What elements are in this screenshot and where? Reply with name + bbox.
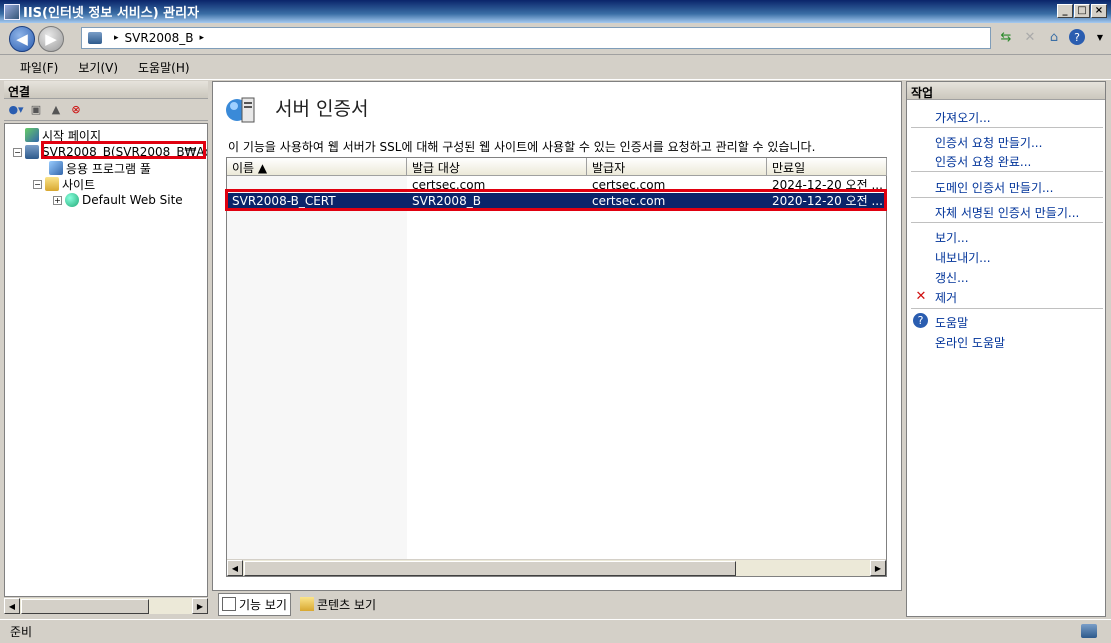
window-controls: _ □ ×	[1057, 4, 1107, 18]
connections-toolbar: ●▾ ▣ ▲ ⊗	[4, 99, 208, 121]
status-bar: 준비	[0, 619, 1111, 643]
highlight-box	[225, 189, 887, 211]
action-export[interactable]: 내보내기...	[935, 249, 991, 266]
scroll-left-icon[interactable]: ◀	[4, 598, 20, 614]
tab-label: 기능 보기	[239, 597, 287, 612]
page-title: 서버 인증서	[275, 98, 369, 120]
stop-icon[interactable]: ✕	[1021, 28, 1039, 46]
breadcrumb-arrow-icon[interactable]: ▸	[199, 33, 204, 43]
window-title: IIS(인터넷 정보 서비스) 관리자	[23, 6, 200, 21]
iis-app-icon	[4, 3, 20, 20]
content-view-icon	[299, 597, 314, 611]
menu-bar: 파일(F) 보기(V) 도움말(H)	[0, 56, 1111, 80]
action-create-cert-request[interactable]: 인증서 요청 만들기...	[935, 134, 1042, 151]
view-tabs: 기능 보기 콘텐츠 보기	[212, 591, 902, 617]
navigation-bar: ◀ ▶ ▸ SVR2008_B ▸ ⇆ ✕ ⌂ ? ▼	[0, 23, 1111, 55]
tab-content-view[interactable]: 콘텐츠 보기	[297, 594, 379, 615]
action-create-self-signed-cert[interactable]: 자체 서명된 인증서 만들기...	[935, 204, 1079, 221]
tree-horizontal-scrollbar[interactable]: ◀ ▶	[4, 597, 208, 614]
action-view[interactable]: 보기...	[935, 229, 969, 246]
menu-help[interactable]: 도움말(H)	[130, 57, 198, 78]
refresh-icon[interactable]: ⇆	[997, 28, 1015, 46]
expand-icon[interactable]: +	[53, 195, 62, 205]
globe-icon	[65, 193, 79, 207]
address-bar[interactable]: ▸ SVR2008_B ▸	[81, 27, 991, 49]
action-renew[interactable]: 갱신...	[935, 269, 969, 286]
collapse-icon[interactable]: −	[13, 147, 22, 157]
start-page-icon	[25, 128, 39, 142]
tree-item-label: Default Web Site	[82, 193, 183, 207]
list-header: 이름 ▲ 발급 대상 발급자 만료일	[227, 158, 887, 176]
up-icon[interactable]: ▲	[48, 102, 64, 118]
collapse-icon[interactable]: −	[33, 179, 42, 189]
help-icon[interactable]: ?	[1069, 29, 1085, 45]
back-button[interactable]: ◀	[9, 26, 35, 52]
server-icon	[88, 32, 102, 44]
save-icon[interactable]: ▣	[28, 102, 44, 118]
scroll-right-icon[interactable]: ▶	[192, 598, 208, 614]
nav-toolbar: ⇆ ✕ ⌂ ? ▼	[997, 28, 1109, 46]
title-bar: IIS(인터넷 정보 서비스) 관리자 _ □ ×	[0, 0, 1111, 23]
action-import[interactable]: 가져오기...	[935, 109, 991, 126]
server-certificate-icon	[226, 97, 255, 123]
minimize-button[interactable]: _	[1057, 4, 1073, 18]
network-status-icon	[1081, 624, 1097, 638]
tree-item-sites[interactable]: − 사이트	[33, 176, 95, 192]
close-button[interactable]: ×	[1091, 4, 1107, 18]
app-pool-icon	[49, 161, 63, 175]
scroll-thumb[interactable]	[21, 599, 149, 614]
menu-file[interactable]: 파일(F)	[12, 57, 66, 78]
column-header-issued-to[interactable]: 발급 대상	[407, 158, 587, 176]
column-header-expires[interactable]: 만료일	[767, 158, 887, 176]
highlight-box	[41, 141, 206, 159]
sites-folder-icon	[45, 177, 59, 191]
forward-button[interactable]: ▶	[38, 26, 64, 52]
connect-icon[interactable]: ●▾	[8, 102, 24, 118]
action-complete-cert-request[interactable]: 인증서 요청 완료...	[935, 153, 1031, 170]
certificate-list: 이름 ▲ 발급 대상 발급자 만료일 certsec.com certsec.c…	[225, 157, 887, 577]
status-text: 준비	[10, 625, 33, 639]
maximize-button[interactable]: □	[1074, 4, 1090, 18]
tree-item-default-web-site[interactable]: + Default Web Site	[53, 192, 183, 208]
tree-item-app-pools[interactable]: 응용 프로그램 풀	[49, 160, 151, 176]
features-view-icon	[222, 597, 236, 611]
connections-header: 연결	[4, 81, 208, 99]
disconnect-icon[interactable]: ⊗	[68, 102, 84, 118]
action-remove[interactable]: 제거	[935, 289, 957, 306]
tree-item-label: 응용 프로그램 풀	[66, 161, 151, 176]
connections-tree: 시작 페이지 − SVR2008_B(SVR2008_B₩Ad 응용 프로그램 …	[4, 123, 208, 597]
action-help[interactable]: 도움말	[935, 314, 968, 331]
server-icon	[25, 145, 39, 159]
scroll-thumb[interactable]	[244, 561, 736, 576]
actions-header: 작업	[907, 82, 1105, 100]
actions-pane: 작업 가져오기... 인증서 요청 만들기... 인증서 요청 완료... 도메…	[906, 81, 1106, 617]
menu-view[interactable]: 보기(V)	[70, 57, 126, 78]
list-horizontal-scrollbar[interactable]: ◀ ▶	[227, 559, 886, 576]
remove-icon: ✕	[915, 288, 927, 304]
action-online-help[interactable]: 온라인 도움말	[935, 334, 1005, 351]
tree-item-label: 사이트	[62, 177, 96, 192]
feature-pane: 서버 인증서 이 기능을 사용하여 웹 서버가 SSL에 대해 구성된 웹 사이…	[212, 81, 902, 591]
column-header-name[interactable]: 이름 ▲	[227, 158, 407, 176]
tab-label: 콘텐츠 보기	[316, 597, 376, 612]
chevron-down-icon[interactable]: ▼	[1091, 28, 1109, 46]
feature-description: 이 기능을 사용하여 웹 서버가 SSL에 대해 구성된 웹 사이트에 사용할 …	[228, 140, 816, 154]
tab-features-view[interactable]: 기능 보기	[218, 592, 291, 616]
column-header-issuer[interactable]: 발급자	[587, 158, 767, 176]
action-create-domain-cert[interactable]: 도메인 인증서 만들기...	[935, 179, 1053, 196]
scroll-right-icon[interactable]: ▶	[870, 560, 886, 576]
scroll-left-icon[interactable]: ◀	[227, 560, 243, 576]
connections-pane: 연결 ●▾ ▣ ▲ ⊗ 시작 페이지 − SVR2008_B(SVR2008_B…	[4, 81, 208, 617]
help-icon: ?	[913, 313, 928, 328]
home-icon[interactable]: ⌂	[1045, 28, 1063, 46]
breadcrumb-arrow-icon[interactable]: ▸	[114, 33, 119, 43]
breadcrumb-server[interactable]: SVR2008_B	[125, 31, 194, 45]
